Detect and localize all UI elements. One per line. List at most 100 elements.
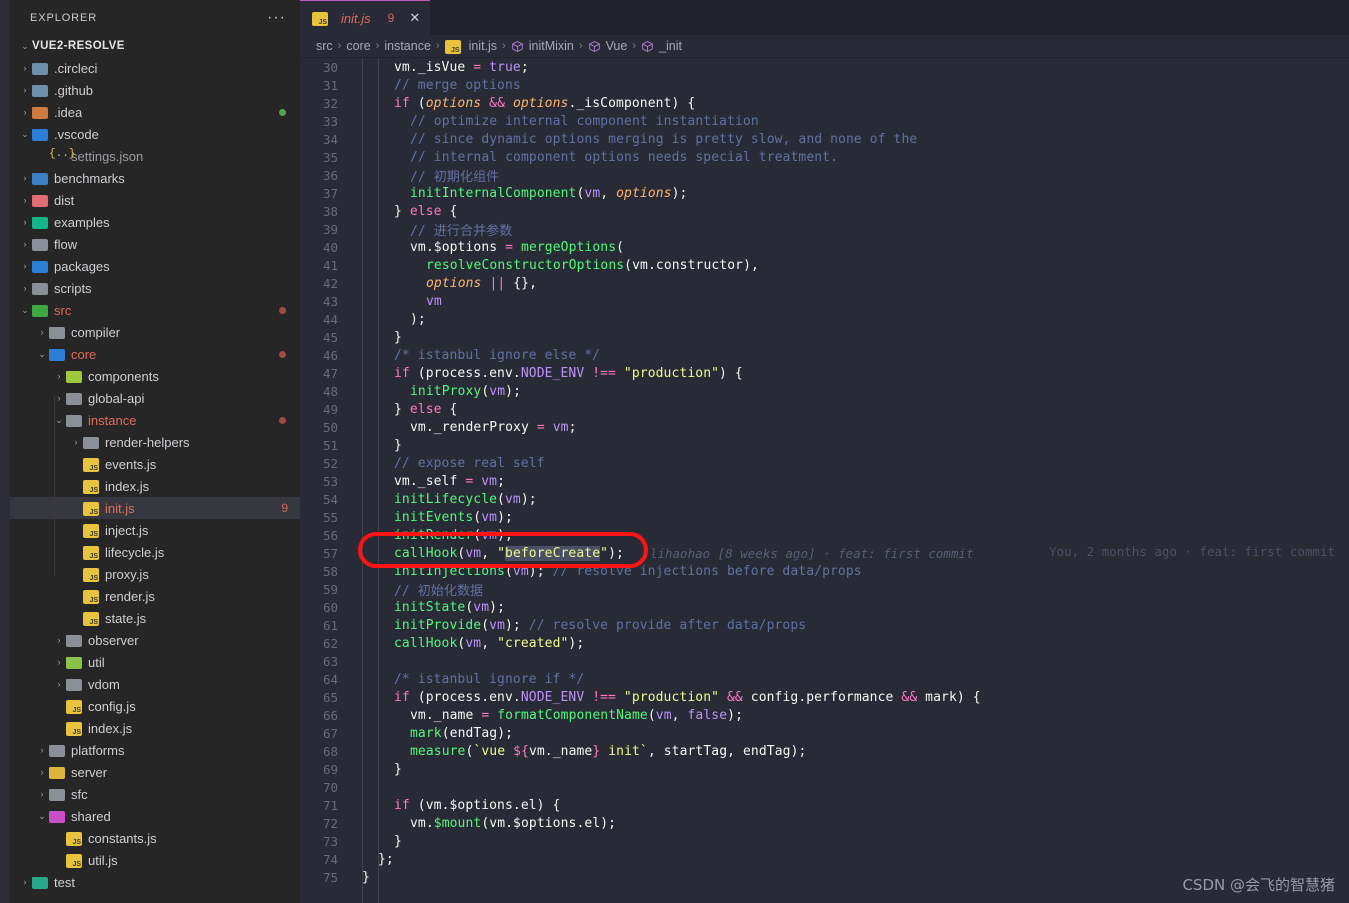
chevron-down-icon[interactable]: ⌄ <box>18 41 32 52</box>
tree-item-examples[interactable]: › examples <box>10 211 300 233</box>
tree-item-core[interactable]: ⌄ core <box>10 343 300 365</box>
code-line[interactable]: 37 initInternalComponent(vm, options); <box>300 184 1349 202</box>
code-line[interactable]: 31 // merge options <box>300 76 1349 94</box>
tree-item-test[interactable]: › test <box>10 871 300 893</box>
code-line[interactable]: 46 /* istanbul ignore else */ <box>300 346 1349 364</box>
breadcrumb-item-vue[interactable]: Vue <box>606 39 628 53</box>
code-line[interactable]: 50 vm._renderProxy = vm; <box>300 418 1349 436</box>
close-icon[interactable]: ✕ <box>409 10 420 26</box>
breadcrumb-item-initmixin[interactable]: initMixin <box>529 39 574 53</box>
tree-item-util-js[interactable]: JS util.js <box>10 849 300 871</box>
code-line[interactable]: 36 // 初期化组件 <box>300 166 1349 185</box>
code-editor[interactable]: 30 vm._isVue = true; 31 // merge options 32 i… <box>300 58 1349 903</box>
chevron-down-icon[interactable]: ⌄ <box>35 811 49 822</box>
code-line[interactable]: 62 callHook(vm, "created"); <box>300 634 1349 652</box>
tree-item--circleci[interactable]: › .circleci <box>10 57 300 79</box>
tree-item-dist[interactable]: › dist <box>10 189 300 211</box>
code-line[interactable]: 40 vm.$options = mergeOptions( <box>300 238 1349 256</box>
chevron-right-icon[interactable]: › <box>18 195 32 205</box>
tree-item-sfc[interactable]: › sfc <box>10 783 300 805</box>
tree-item--github[interactable]: › .github <box>10 79 300 101</box>
chevron-right-icon[interactable]: › <box>35 327 49 337</box>
chevron-right-icon[interactable]: › <box>18 217 32 227</box>
code-line[interactable]: 32 if (options && options._isComponent) { <box>300 94 1349 112</box>
tree-item--idea[interactable]: › .idea <box>10 101 300 123</box>
tree-item-components[interactable]: › components <box>10 365 300 387</box>
tree-item-packages[interactable]: › packages <box>10 255 300 277</box>
code-line[interactable]: 56 initRender(vm); <box>300 526 1349 544</box>
chevron-right-icon[interactable]: › <box>35 767 49 777</box>
chevron-right-icon[interactable]: › <box>35 789 49 799</box>
chevron-right-icon[interactable]: › <box>52 679 66 689</box>
chevron-right-icon[interactable]: › <box>52 657 66 667</box>
tree-item-constants-js[interactable]: JS constants.js <box>10 827 300 849</box>
tree-item-render-js[interactable]: JS render.js <box>10 585 300 607</box>
code-line[interactable]: 67 mark(endTag); <box>300 724 1349 742</box>
code-line[interactable]: 53 vm._self = vm; <box>300 472 1349 490</box>
chevron-right-icon[interactable]: › <box>18 239 32 249</box>
tab-init-js[interactable]: JS init.js 9 ✕ <box>300 0 431 35</box>
file-tree[interactable]: › .circleci › .github › .idea ⌄ .vscode {..} set… <box>10 57 300 903</box>
code-line[interactable]: 72 vm.$mount(vm.$options.el); <box>300 814 1349 832</box>
tree-item-config-js[interactable]: JS config.js <box>10 695 300 717</box>
breadcrumb-item-init-js[interactable]: init.js <box>469 39 497 53</box>
code-line[interactable]: 60 initState(vm); <box>300 598 1349 616</box>
code-line[interactable]: 38} else { <box>300 202 1349 220</box>
code-line[interactable]: 64 /* istanbul ignore if */ <box>300 670 1349 688</box>
code-line[interactable]: 49} else { <box>300 400 1349 418</box>
code-line[interactable]: 47 if (process.env.NODE_ENV !== "producti… <box>300 364 1349 382</box>
code-line[interactable]: 69} <box>300 760 1349 778</box>
code-line[interactable]: 65 if (process.env.NODE_ENV !== "producti… <box>300 688 1349 706</box>
code-line[interactable]: 39 // 进行合并参数 <box>300 220 1349 239</box>
code-line[interactable]: 33 // optimize internal component instant… <box>300 112 1349 130</box>
breadcrumb[interactable]: src › core › instance › JS init.js › initMixin › Vu… <box>300 35 1349 58</box>
code-line[interactable]: 70 <box>300 778 1349 796</box>
code-line[interactable]: 34 // since dynamic options merging is pr… <box>300 130 1349 148</box>
code-line[interactable]: 52 // expose real self <box>300 454 1349 472</box>
tree-item--vscode[interactable]: ⌄ .vscode <box>10 123 300 145</box>
chevron-right-icon[interactable]: › <box>69 437 83 447</box>
code-line[interactable]: 68 measure(`vue ${vm._name} init`, startT… <box>300 742 1349 760</box>
tree-item-scripts[interactable]: › scripts <box>10 277 300 299</box>
tree-item-vdom[interactable]: › vdom <box>10 673 300 695</box>
code-line[interactable]: 54 initLifecycle(vm); <box>300 490 1349 508</box>
breadcrumb-item-instance[interactable]: instance <box>384 39 431 53</box>
code-line[interactable]: 45} <box>300 328 1349 346</box>
tree-item-benchmarks[interactable]: › benchmarks <box>10 167 300 189</box>
tree-item-observer[interactable]: › observer <box>10 629 300 651</box>
tree-item-src[interactable]: ⌄ src <box>10 299 300 321</box>
chevron-right-icon[interactable]: › <box>52 635 66 645</box>
code-line[interactable]: 30 vm._isVue = true; <box>300 58 1349 76</box>
code-line[interactable]: 55 initEvents(vm); <box>300 508 1349 526</box>
code-line[interactable]: 73} <box>300 832 1349 850</box>
tree-item-shared[interactable]: ⌄ shared <box>10 805 300 827</box>
code-line[interactable]: 43 vm <box>300 292 1349 310</box>
chevron-down-icon[interactable]: ⌄ <box>35 349 49 360</box>
code-line[interactable]: 42 options || {}, <box>300 274 1349 292</box>
tree-item-flow[interactable]: › flow <box>10 233 300 255</box>
tree-item-settings-json[interactable]: {..} settings.json <box>10 145 300 167</box>
chevron-right-icon[interactable]: › <box>52 371 66 381</box>
code-line[interactable]: 44); <box>300 310 1349 328</box>
code-line[interactable]: 66 vm._name = formatComponentName(vm, fal… <box>300 706 1349 724</box>
chevron-right-icon[interactable]: › <box>18 283 32 293</box>
breadcrumb-item--init[interactable]: _init <box>659 39 682 53</box>
code-line[interactable]: 58 initInjections(vm); // resolve injecti… <box>300 562 1349 580</box>
chevron-right-icon[interactable]: › <box>18 173 32 183</box>
code-line[interactable]: 48 initProxy(vm); <box>300 382 1349 400</box>
chevron-down-icon[interactable]: ⌄ <box>18 129 32 140</box>
code-line[interactable]: 35 // internal component options needs sp… <box>300 148 1349 166</box>
code-line[interactable]: 41 resolveConstructorOptions(vm.construct… <box>300 256 1349 274</box>
breadcrumb-item-core[interactable]: core <box>346 39 370 53</box>
more-actions-icon[interactable]: ··· <box>267 9 286 25</box>
chevron-right-icon[interactable]: › <box>18 107 32 117</box>
tree-item-server[interactable]: › server <box>10 761 300 783</box>
chevron-right-icon[interactable]: › <box>18 85 32 95</box>
code-content[interactable]: 30 vm._isVue = true; 31 // merge options 32 i… <box>300 58 1349 886</box>
code-line[interactable]: 57 callHook(vm, "beforeCreate"); lihaohao … <box>300 544 1349 562</box>
breadcrumb-item-src[interactable]: src <box>316 39 333 53</box>
tree-item-platforms[interactable]: › platforms <box>10 739 300 761</box>
code-line[interactable]: 59 // 初始化数据 <box>300 580 1349 599</box>
chevron-right-icon[interactable]: › <box>18 877 32 887</box>
chevron-right-icon[interactable]: › <box>35 745 49 755</box>
